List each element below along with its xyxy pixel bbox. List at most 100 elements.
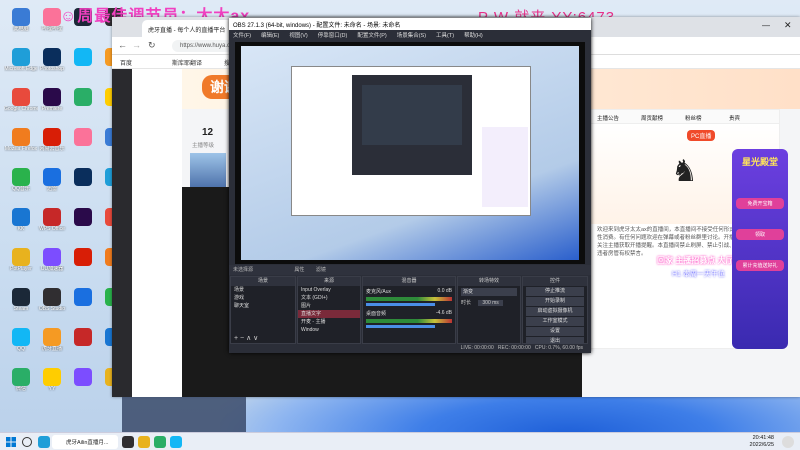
level-number: 12 [202,127,214,138]
obs-menu-item[interactable]: 工具(T) [436,33,454,39]
source-item[interactable]: 图片 [298,302,360,310]
mixer-channel-header: 桌面音频 -4.6 dB [366,310,452,317]
edge-taskbar-icon[interactable] [38,436,50,448]
side-ad-button-2[interactable]: 领取 [736,229,784,240]
scene-item[interactable]: 聊天室 [231,302,295,310]
tab-1[interactable]: 周贡献榜 [641,114,663,122]
scene-add-icon[interactable]: + − ∧ ∨ [234,334,258,342]
desktop-icon[interactable]: Google Chrome [4,88,38,122]
desktop-icon[interactable]: QQ [4,328,38,362]
app-icon [43,8,61,26]
properties-button[interactable]: 属性 [294,267,304,273]
sources-header: 来源 [298,277,360,286]
source-item[interactable]: 直播文字 [298,310,360,318]
desktop-icon[interactable] [66,368,100,402]
desktop-icon[interactable]: 此电脑 [4,8,38,42]
status-live: LIVE: 00:00:00 [460,345,494,351]
mixer-channel-name: 桌面音频 [366,311,387,317]
mixer-channel-db: 0.0 dB [437,288,452,294]
scene-item[interactable]: 游戏 [231,294,295,302]
obs-menu-item[interactable]: 编辑(E) [261,33,279,39]
app-icon [12,368,30,386]
filters-button[interactable]: 滤镜 [316,267,326,273]
volume-slider[interactable] [366,303,435,306]
desktop-icon[interactable] [66,88,100,122]
scene-item[interactable]: 场景 [231,286,295,294]
obs-preview[interactable] [235,42,585,264]
control-button[interactable]: 开始录制 [526,297,584,306]
bookmark-item[interactable]: 百度 [120,58,132,67]
duration-input[interactable]: 300 ms [478,300,503,306]
control-button[interactable]: 工作室模式 [526,317,584,326]
folder-taskbar-icon[interactable] [138,436,150,448]
source-item[interactable]: 开麦 - 主播 [298,318,360,326]
source-item[interactable]: 文本 (GDI+) [298,294,360,302]
obs-menu-item[interactable]: 场景集合(S) [397,33,426,39]
desktop-icon[interactable] [66,288,100,322]
desktop-icon[interactable]: WPS Office [35,208,69,242]
side-ad-button-3[interactable]: 累计充值送好礼 [736,260,784,271]
obs-taskbar-icon[interactable] [122,436,134,448]
desktop-icon[interactable]: 虎牙直播 [35,328,69,362]
control-button[interactable]: 设置 [526,327,584,336]
desktop-icon[interactable]: KK [4,208,38,242]
desktop-icon[interactable]: PotPlayer [4,248,38,282]
back-icon[interactable]: ← [118,40,127,50]
refresh-icon[interactable]: ↻ [148,40,156,51]
desktop-icon[interactable]: YY [35,368,69,402]
forward-icon[interactable]: → [132,40,141,50]
controls-header: 控件 [523,277,587,286]
obs-menu-item[interactable]: 停靠窗口(D) [318,33,348,39]
desktop-icon[interactable]: UU加速器 [35,248,69,282]
control-button[interactable]: 停止推流 [526,287,584,296]
control-button[interactable]: 启动虚拟摄像机 [526,307,584,316]
wechat-taskbar-icon[interactable] [154,436,166,448]
search-icon[interactable] [22,437,32,447]
obs-menu-item[interactable]: 文件(F) [233,33,251,39]
desktop-icon[interactable]: Mozilla Firefox [4,128,38,162]
obs-menu-item[interactable]: 配置文件(P) [357,33,386,39]
announce-overlay-2: H1 本周一天午位 [672,271,725,278]
desktop-icon[interactable]: Premiere [35,88,69,122]
pc-stream-button[interactable]: PC直播 [687,130,716,141]
streamer-avatar[interactable] [190,153,226,189]
browser-tab[interactable]: 虎牙直播 - 每个人的直播平台 [142,20,232,37]
desktop-icon[interactable] [66,128,100,162]
app-icon [43,288,61,306]
clock[interactable]: 20:41:48 2022/6/25 [750,435,774,449]
source-item[interactable]: Input Overlay [298,286,360,294]
tab-2[interactable]: 粉丝榜 [685,114,702,122]
app-icon [12,328,30,346]
desktop-icon[interactable] [66,328,100,362]
qq-taskbar-icon[interactable] [170,436,182,448]
minimize-icon[interactable]: — [762,21,770,30]
app-icon [43,88,61,106]
volume-slider[interactable] [366,325,435,328]
desktop-icon[interactable] [66,208,100,242]
notification-icon[interactable] [782,436,794,448]
tab-0[interactable]: 主播公告 [597,114,619,122]
transition-select[interactable]: 渐变 [461,288,517,296]
source-item[interactable]: Window [298,326,360,334]
desktop-icon[interactable]: Steam [4,288,38,322]
desktop-icon[interactable] [66,168,100,202]
desktop-icon[interactable]: 迅雷 [35,168,69,202]
obs-menu-item[interactable]: 帮助(H) [464,33,483,39]
side-ad-button-1[interactable]: 免费开宝箱 [736,198,784,209]
desktop-icon[interactable] [66,48,100,82]
desktop-icon[interactable]: QQ音乐 [4,168,38,202]
desktop-icon[interactable]: Photoshop [35,48,69,82]
bookmark-item[interactable]: 斯库耶翻译 [172,58,202,67]
desktop-icon[interactable]: Microsoft Edge [4,48,38,82]
taskbar-active-app[interactable]: 虎牙Ailin直播月... [52,435,118,449]
windows-start-icon[interactable] [6,437,16,447]
desktop-icon[interactable] [66,248,100,282]
desktop-icon[interactable]: 网易云音乐 [35,128,69,162]
obs-menu-item[interactable]: 视图(V) [289,33,307,39]
desktop-icon[interactable]: 微信 [4,368,38,402]
tab-3[interactable]: 贵宾 [729,114,740,122]
source-name: 未选择源 [233,267,254,273]
desktop-icon[interactable]: OBS Studio [35,288,69,322]
close-icon[interactable]: ✕ [784,20,792,31]
side-ad[interactable]: 星光殿堂 免费开宝箱 领取 累计充值送好礼 [732,149,788,349]
